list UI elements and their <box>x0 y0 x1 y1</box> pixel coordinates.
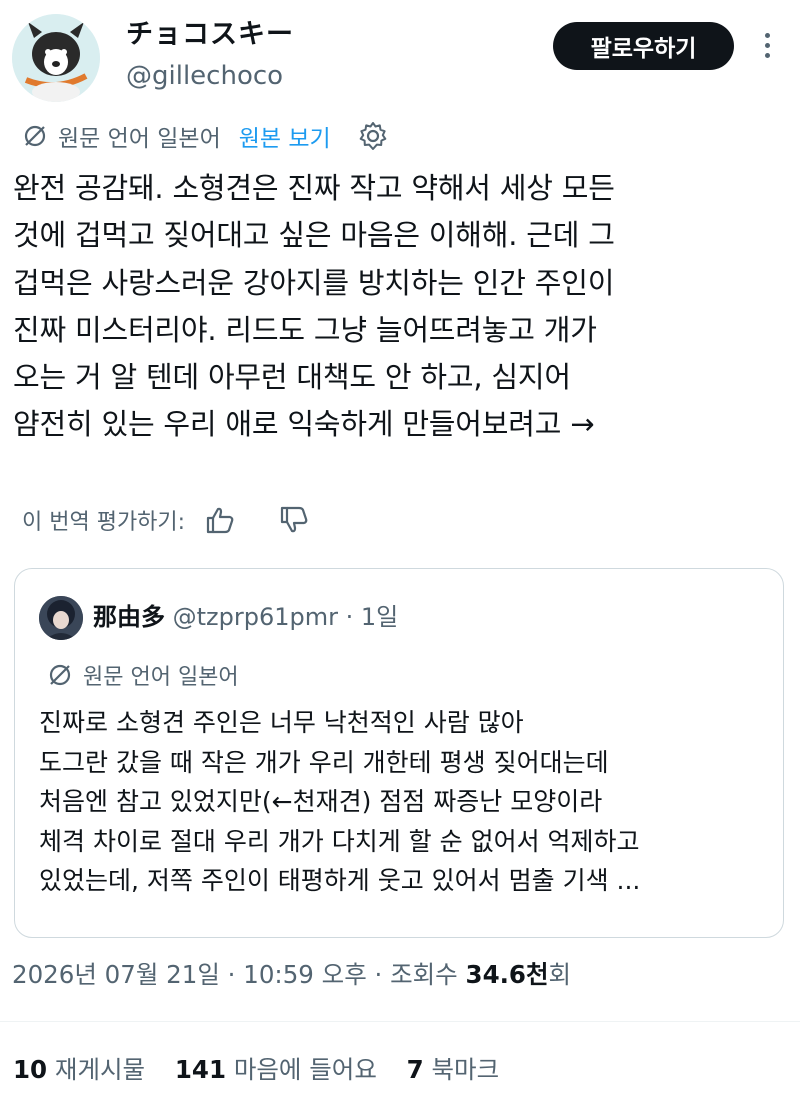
avatar[interactable] <box>12 14 100 102</box>
globe-off-icon <box>24 125 46 147</box>
reposts-label: 재게시물 <box>54 1055 146 1084</box>
divider <box>0 1021 800 1022</box>
author-handle[interactable]: @gillechoco <box>126 56 294 96</box>
likes-stat[interactable]: 141 마음에 들어요 <box>175 1055 377 1084</box>
reposts-count: 10 <box>13 1055 48 1084</box>
tweet-text: 완전 공감돼. 소형견은 진짜 작고 약해서 세상 모든 것에 겁먹고 짖어대고… <box>13 171 615 442</box>
translation-bar: 원문 언어 일본어 원본 보기 <box>22 116 389 156</box>
globe-off-icon <box>49 664 71 686</box>
rate-translation: 이 번역 평가하기: <box>22 500 309 540</box>
quoted-tweet[interactable]: 那由多 @tzprp61pmr · 1일 원문 언어 일본어 진짜로 소형견 주… <box>14 568 784 938</box>
gear-icon[interactable] <box>357 120 389 152</box>
tweet-datetime[interactable]: 2026년 07월 21일 · 10:59 오후 · 조회수 <box>12 960 466 989</box>
thumbs-down-icon[interactable] <box>279 505 309 535</box>
bookmarks-count: 7 <box>406 1055 424 1084</box>
engagement-stats: 10 재게시물 141 마음에 들어요 7 북마크 <box>13 1050 521 1090</box>
quoted-author-name[interactable]: 那由多 <box>93 603 165 631</box>
show-original-link[interactable]: 원본 보기 <box>239 119 331 153</box>
quoted-text: 진짜로 소형견 주인은 너무 낙천적인 사람 많아 도그란 갔을 때 작은 개가… <box>39 708 641 896</box>
views-count: 34.6천 <box>465 960 549 989</box>
quoted-author-handle[interactable]: @tzprp61pmr <box>173 603 338 631</box>
tweet-meta: 2026년 07월 21일 · 10:59 오후 · 조회수 34.6천회 <box>12 955 571 995</box>
views-suffix: 회 <box>548 960 572 989</box>
quoted-source-language: 원문 언어 일본어 <box>83 665 239 690</box>
quoted-avatar[interactable] <box>39 596 83 640</box>
bookmarks-label: 북마크 <box>431 1055 500 1084</box>
bookmarks-stat[interactable]: 7 북마크 <box>407 1055 499 1084</box>
quoted-separator: · <box>338 603 361 631</box>
likes-count: 141 <box>174 1055 227 1084</box>
quoted-time[interactable]: 1일 <box>361 603 398 631</box>
tweet-header: チョコスキー @gillechoco 팔로우하기 <box>12 12 788 102</box>
quoted-translation-bar: 원문 언어 일본어 <box>47 659 239 691</box>
likes-label: 마음에 들어요 <box>233 1055 377 1084</box>
rate-translation-label: 이 번역 평가하기: <box>22 510 186 535</box>
follow-button[interactable]: 팔로우하기 <box>553 22 734 70</box>
reposts-stat[interactable]: 10 재게시물 <box>13 1055 145 1084</box>
source-language-label: 원문 언어 일본어 <box>58 126 221 152</box>
author-display-name[interactable]: チョコスキー <box>126 16 294 54</box>
thumbs-up-icon[interactable] <box>205 505 235 535</box>
more-icon[interactable] <box>757 30 777 66</box>
